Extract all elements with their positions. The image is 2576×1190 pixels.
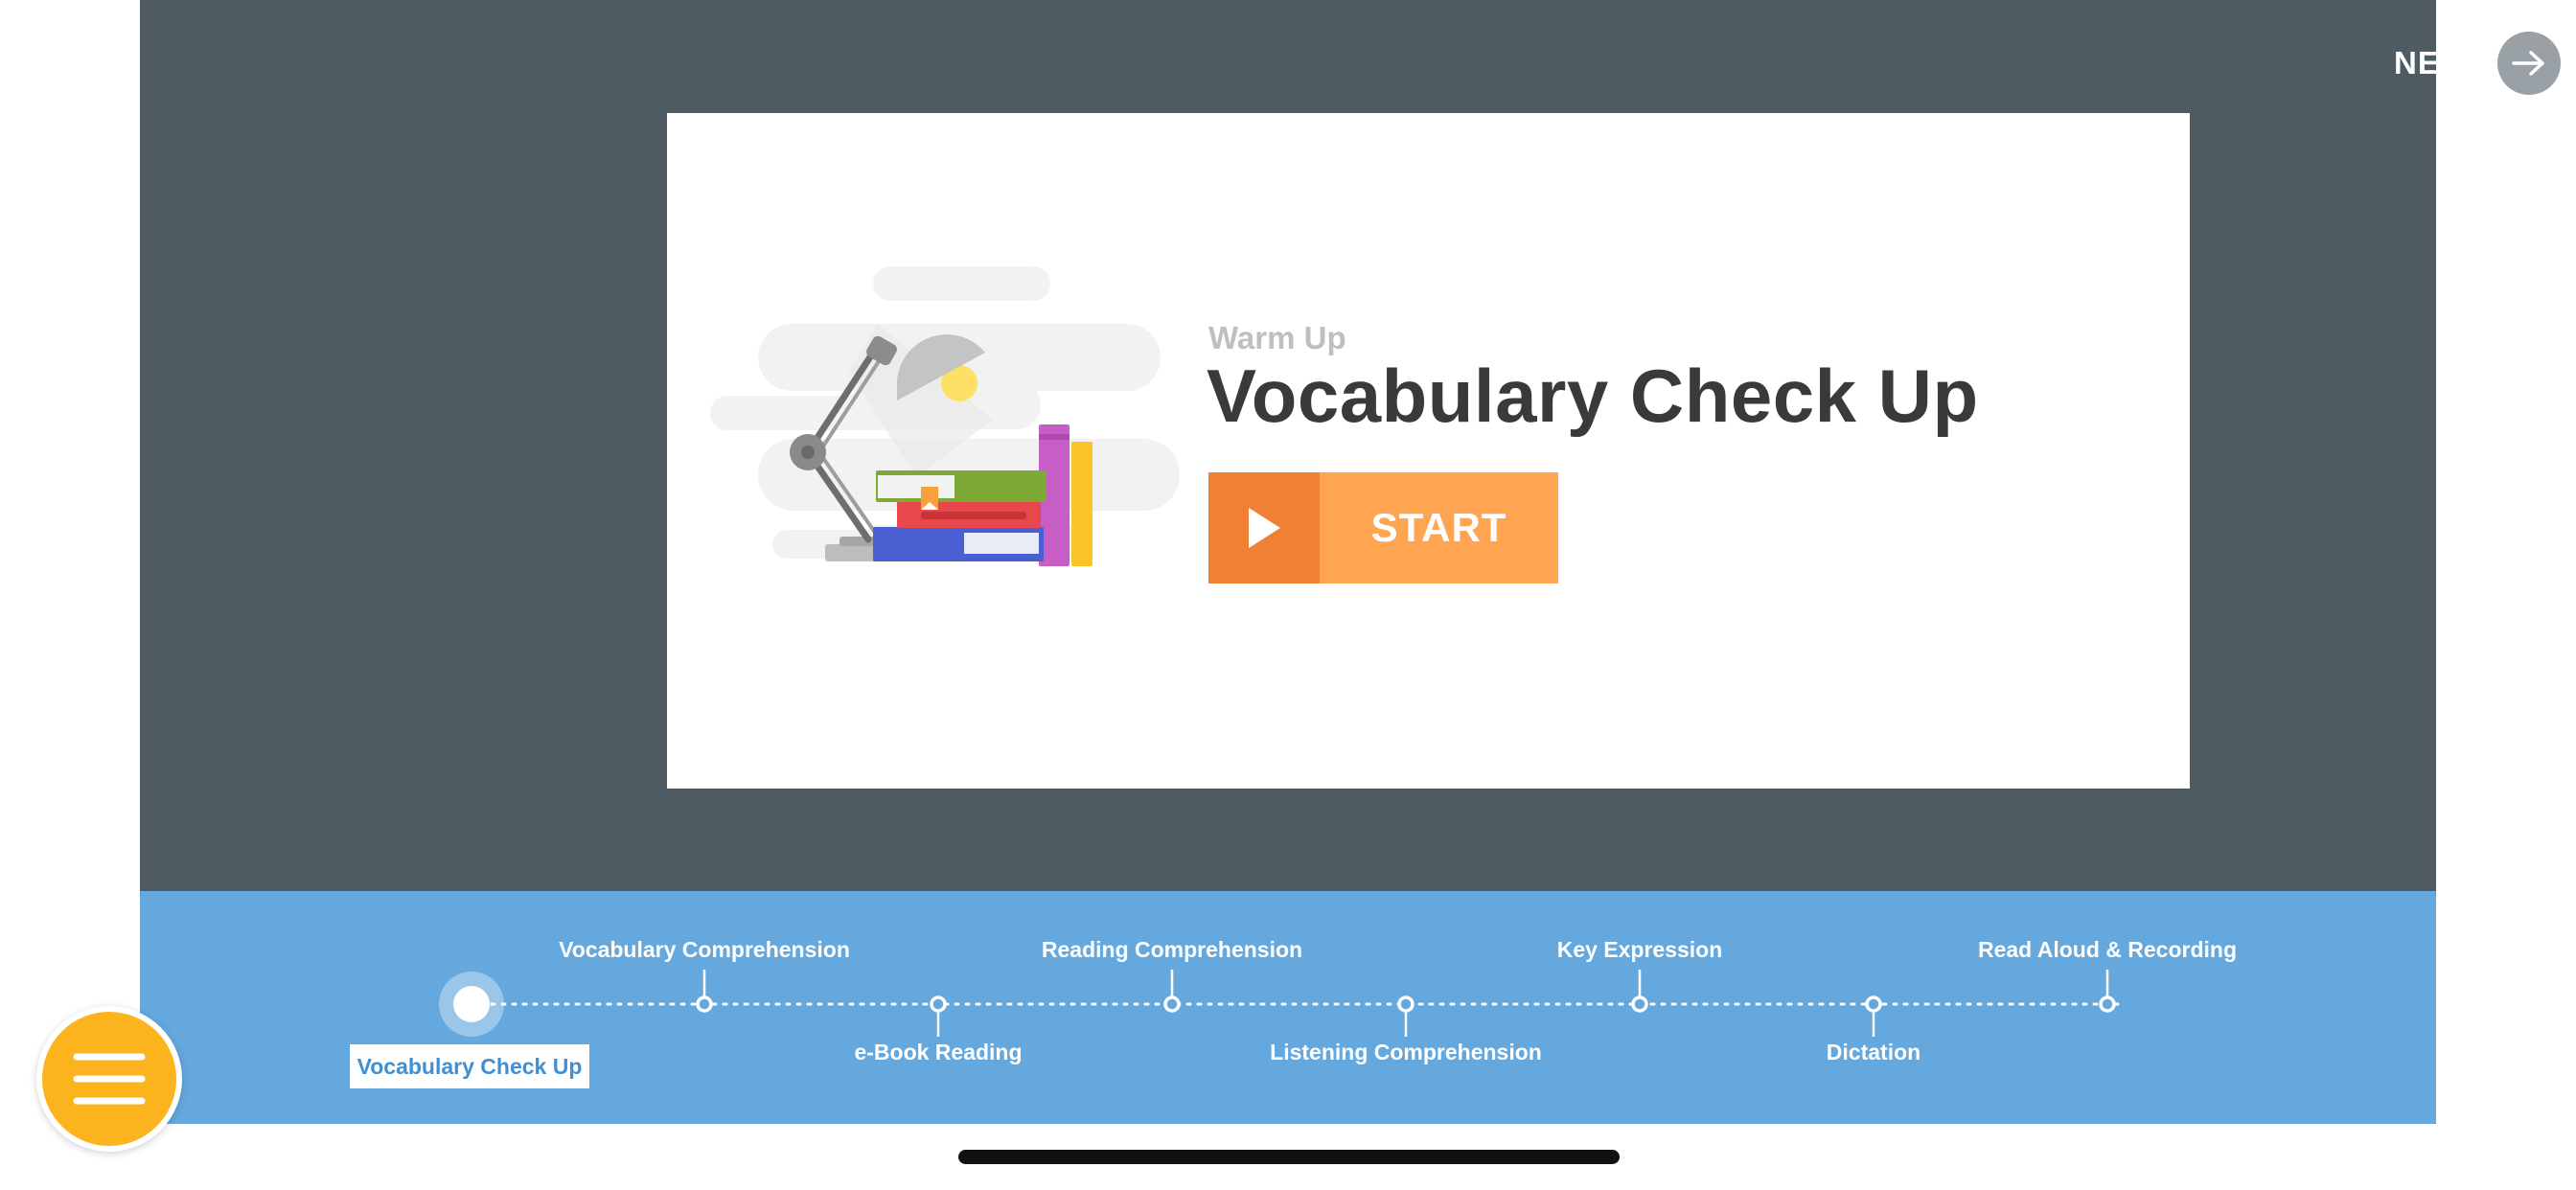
- step-label-reading-comprehension[interactable]: Reading Comprehension: [1042, 937, 1302, 963]
- step-node[interactable]: [696, 995, 713, 1013]
- next-button[interactable]: NEXT: [2394, 31, 2562, 96]
- step-node[interactable]: [1163, 995, 1181, 1013]
- start-button[interactable]: START: [1208, 472, 1558, 584]
- hamburger-menu-icon: [73, 1053, 146, 1105]
- activity-card: Warm Up Vocabulary Check Up START: [667, 113, 2190, 789]
- step-node[interactable]: [1631, 995, 1648, 1013]
- step-label-ebook-reading[interactable]: e-Book Reading: [854, 1040, 1022, 1065]
- next-label: NEXT: [2394, 45, 2483, 80]
- step-label-vocabulary-comprehension[interactable]: Vocabulary Comprehension: [559, 937, 850, 963]
- step-label-dictation[interactable]: Dictation: [1827, 1040, 1920, 1065]
- menu-button[interactable]: [36, 1006, 182, 1152]
- activity-title: Vocabulary Check Up: [1207, 354, 1979, 438]
- step-node[interactable]: [1397, 995, 1414, 1013]
- start-label: START: [1320, 472, 1558, 584]
- step-label-key-expression[interactable]: Key Expression: [1557, 937, 1723, 963]
- activity-subtitle: Warm Up: [1208, 320, 1346, 355]
- arrow-right-icon: [2497, 32, 2562, 95]
- step-node[interactable]: [1865, 995, 1882, 1013]
- step-label-listening-comprehension[interactable]: Listening Comprehension: [1270, 1040, 1542, 1065]
- step-node-current[interactable]: [453, 986, 490, 1022]
- lesson-stage: NEXT Warm Up Vocabulary Check Up START: [140, 0, 2562, 891]
- current-step-tag[interactable]: Vocabulary Check Up: [350, 1044, 589, 1088]
- home-indicator[interactable]: [958, 1150, 1620, 1164]
- play-icon: [1208, 472, 1320, 584]
- step-label-read-aloud-recording[interactable]: Read Aloud & Recording: [1978, 937, 2237, 963]
- desk-lamp-books-illustration: [710, 266, 1180, 566]
- lesson-progress-bar: Vocabulary Check Up Vocabulary Comprehen…: [140, 891, 2436, 1124]
- step-node[interactable]: [2099, 995, 2116, 1013]
- step-node[interactable]: [930, 995, 947, 1013]
- progress-track: [439, 970, 2124, 1037]
